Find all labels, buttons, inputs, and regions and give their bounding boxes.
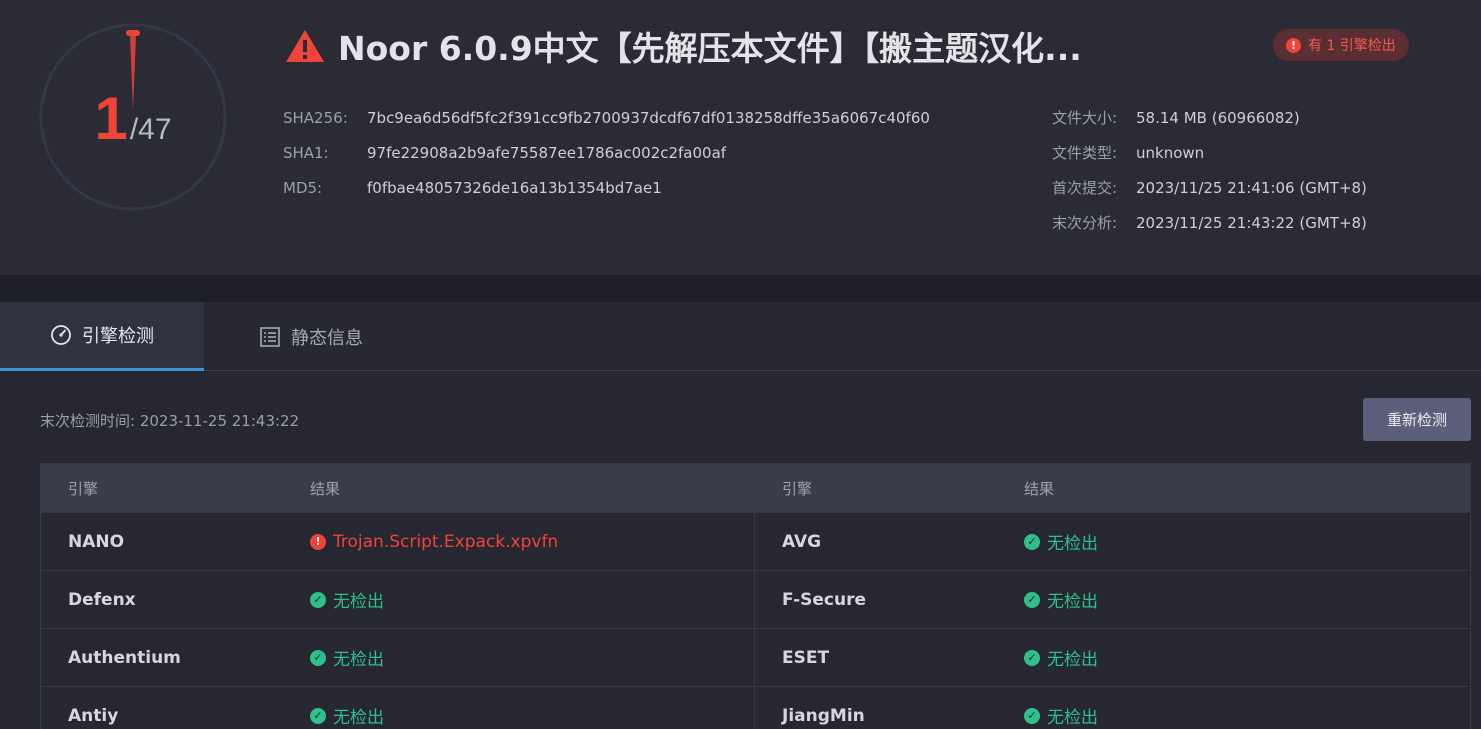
engine-name: F-Secure <box>782 589 867 610</box>
check-circle-icon: ✓ <box>1024 707 1040 724</box>
hash-value[interactable]: 97fe22908a2b9afe75587ee1786ac002c2fa00af <box>367 144 726 162</box>
result-text: 无检出 <box>333 592 384 612</box>
file-meta-list: 文件大小: 58.14 MB (60966082) 文件类型: unknown … <box>1052 100 1367 240</box>
meta-value: unknown <box>1136 143 1205 162</box>
result-clean: ✓ 无检出 <box>1024 587 1098 612</box>
list-icon <box>260 326 280 347</box>
detection-gauge: 1/47 <box>38 22 228 212</box>
tab-label: 静态信息 <box>291 327 363 349</box>
engine-result: ✓ 无检出 <box>310 687 755 729</box>
warning-icon <box>286 30 324 62</box>
check-circle-icon: ✓ <box>1024 533 1040 550</box>
gauge-icon <box>51 325 71 345</box>
engine-name: ESET <box>782 647 830 668</box>
check-circle-icon: ✓ <box>310 591 326 608</box>
meta-row-size: 文件大小: 58.14 MB (60966082) <box>1052 100 1367 135</box>
engine-result: ✓ 无检出 <box>1024 629 1470 686</box>
tab-label: 引擎检测 <box>82 326 154 347</box>
last-scan-time: 末次检测时间: 2023-11-25 21:43:22 <box>40 412 300 430</box>
result-clean: ✓ 无检出 <box>310 645 384 670</box>
hash-label: SHA256: <box>283 108 348 127</box>
meta-value: 2023/11/25 21:43:22 (GMT+8) <box>1136 213 1367 232</box>
engine-result: ✓ 无检出 <box>1024 687 1470 729</box>
column-header-result: 结果 <box>310 479 341 498</box>
table-row: Antiy ✓ 无检出 JiangMin ✓ 无检出 <box>41 686 1470 729</box>
engine-name: Antiy <box>68 705 119 726</box>
meta-label: 末次分析: <box>1052 214 1118 232</box>
hash-row-sha256: SHA256: 7bc9ea6d56df5fc2f391cc9fb2700937… <box>283 100 930 135</box>
table-row: NANO ! Trojan.Script.Expack.xpvfn AVG ✓ 无检… <box>41 512 1470 570</box>
result-text: 无检出 <box>1047 592 1098 612</box>
table-row: Defenx ✓ 无检出 F-Secure ✓ 无检出 <box>41 570 1470 628</box>
meta-value: 58.14 MB (60966082) <box>1136 108 1300 127</box>
check-circle-icon: ✓ <box>1024 591 1040 608</box>
meta-value: 2023/11/25 21:41:06 (GMT+8) <box>1136 178 1367 197</box>
result-text: Trojan.Script.Expack.xpvfn <box>333 531 559 552</box>
result-clean: ✓ 无检出 <box>1024 645 1098 670</box>
engine-name: Authentium <box>68 647 181 668</box>
column-header-engine: 引擎 <box>68 479 99 498</box>
result-text: 无检出 <box>1047 650 1098 670</box>
hash-value[interactable]: 7bc9ea6d56df5fc2f391cc9fb2700937dcdf67df… <box>367 109 930 127</box>
engine-name: AVG <box>782 531 822 552</box>
meta-label: 文件类型: <box>1052 144 1118 162</box>
meta-label: 文件大小: <box>1052 109 1118 127</box>
hash-value[interactable]: f0fbae48057326de16a13b1354bd7ae1 <box>367 179 662 197</box>
total-engines: /47 <box>129 113 172 146</box>
column-header-engine: 引擎 <box>782 479 813 498</box>
hash-row-sha1: SHA1: 97fe22908a2b9afe75587ee1786ac002c2… <box>283 135 930 170</box>
gauge-marker <box>126 30 140 36</box>
engine-name: NANO <box>68 531 125 552</box>
hash-label: MD5: <box>283 178 323 197</box>
result-text: 无检出 <box>1047 534 1098 554</box>
file-name: Noor 6.0.9中文【先解压本文件】【搬主题汉化... <box>338 29 1082 68</box>
engine-name: Defenx <box>68 589 136 610</box>
detection-score: 1/47 <box>38 84 228 153</box>
tab-engine-detection[interactable]: 引擎检测 <box>0 302 204 371</box>
result-clean: ✓ 无检出 <box>1024 529 1098 554</box>
tab-static-info[interactable]: 静态信息 <box>259 302 363 371</box>
hash-list: SHA256: 7bc9ea6d56df5fc2f391cc9fb2700937… <box>283 100 930 205</box>
result-detected[interactable]: ! Trojan.Script.Expack.xpvfn <box>310 532 558 552</box>
engine-result: ! Trojan.Script.Expack.xpvfn <box>310 513 755 570</box>
detection-badge-text: 有 1 引擎检出 <box>1308 38 1396 54</box>
meta-label: 首次提交: <box>1052 179 1118 197</box>
alert-icon: ! <box>1286 37 1301 53</box>
engine-result: ✓ 无检出 <box>1024 571 1470 628</box>
result-text: 无检出 <box>333 708 384 728</box>
check-circle-icon: ✓ <box>310 649 326 666</box>
table-header: 引擎 结果 引擎 结果 <box>41 464 1470 512</box>
engine-results-table: 引擎 结果 引擎 结果 NANO ! Trojan.Script.Expack.x… <box>40 463 1471 729</box>
section-gap <box>0 275 1481 302</box>
engine-name: JiangMin <box>782 705 865 726</box>
result-text: 无检出 <box>1047 708 1098 728</box>
result-clean: ✓ 无检出 <box>310 703 384 728</box>
meta-row-last-analysis: 末次分析: 2023/11/25 21:43:22 (GMT+8) <box>1052 205 1367 240</box>
hash-row-md5: MD5: f0fbae48057326de16a13b1354bd7ae1 <box>283 170 930 205</box>
result-clean: ✓ 无检出 <box>1024 703 1098 728</box>
engine-result: ✓ 无检出 <box>310 571 755 628</box>
check-circle-icon: ✓ <box>1024 649 1040 666</box>
check-circle-icon: ✓ <box>310 707 326 724</box>
rescan-button[interactable]: 重新检测 <box>1363 398 1471 441</box>
engine-result: ✓ 无检出 <box>1024 513 1470 570</box>
column-header-result: 结果 <box>1024 479 1055 498</box>
meta-row-type: 文件类型: unknown <box>1052 135 1367 170</box>
result-clean: ✓ 无检出 <box>310 587 384 612</box>
detected-count: 1 <box>94 85 128 152</box>
hash-label: SHA1: <box>283 143 329 162</box>
table-row: Authentium ✓ 无检出 ESET ✓ 无检出 <box>41 628 1470 686</box>
engine-result: ✓ 无检出 <box>310 629 755 686</box>
detection-badge: ! 有 1 引擎检出 <box>1273 29 1409 61</box>
meta-row-first-submit: 首次提交: 2023/11/25 21:41:06 (GMT+8) <box>1052 170 1367 205</box>
result-text: 无检出 <box>333 650 384 670</box>
file-title: Noor 6.0.9中文【先解压本文件】【搬主题汉化... <box>284 24 1184 68</box>
tab-bar: 引擎检测 静态信息 <box>0 302 1481 371</box>
alert-icon: ! <box>310 533 326 550</box>
